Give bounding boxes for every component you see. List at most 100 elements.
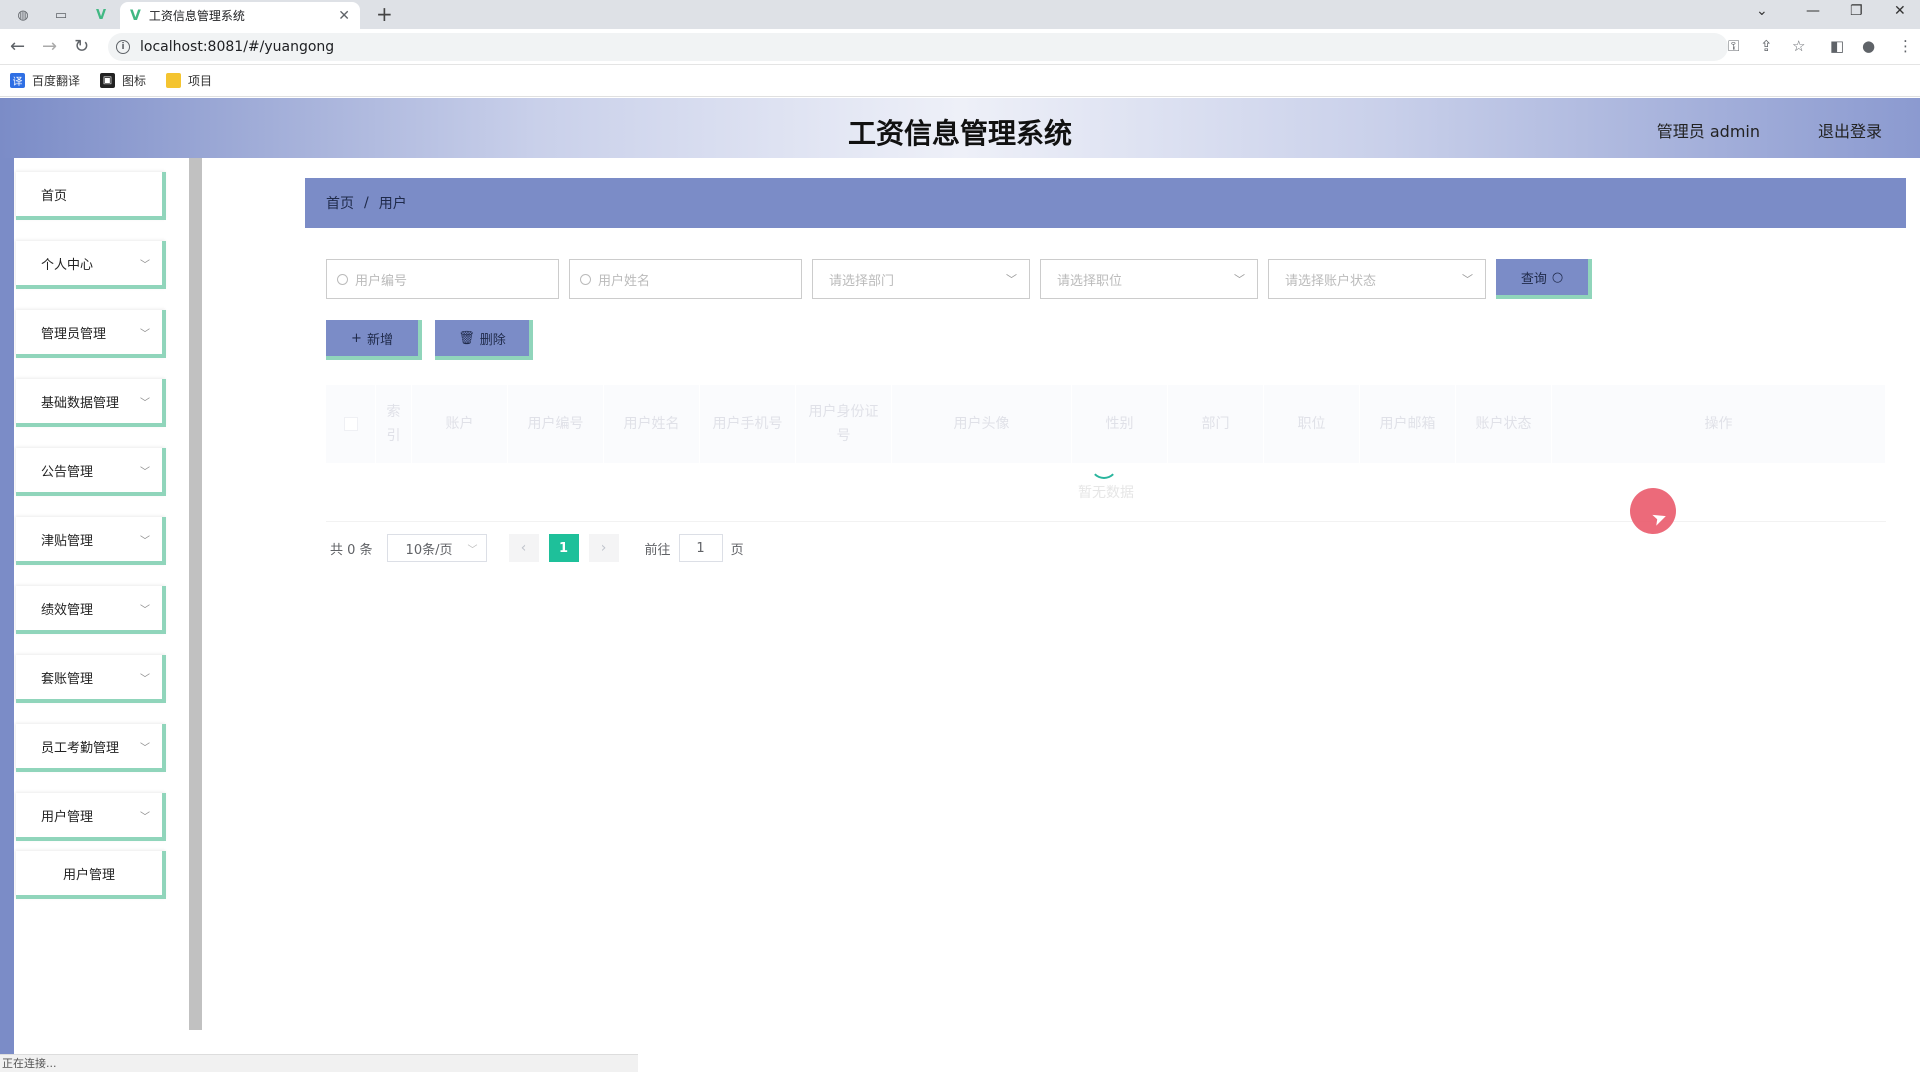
chevron-down-icon: ﹀ [140,466,150,478]
app-header: 工资信息管理系统 管理员 admin 退出登录 [0,98,1920,158]
pagination-total: 共 0 条 [330,542,373,558]
share-icon[interactable]: ⇪ [1760,37,1773,55]
column-header: 用户头像 [892,385,1072,463]
sidebar-item-allowance[interactable]: 津贴管理 ﹀ [16,517,166,565]
sidebar-item-users[interactable]: 用户管理 ﹀ [16,793,166,841]
reload-icon[interactable]: ↻ [74,36,89,57]
chevron-down-icon: ﹀ [140,604,150,616]
sidebar-item-notice[interactable]: 公告管理 ﹀ [16,448,166,496]
sidebar-item-base-data[interactable]: 基础数据管理 ﹀ [16,379,166,427]
sidebar-item-attendance[interactable]: 员工考勤管理 ﹀ [16,724,166,772]
chevron-down-icon: ﹀ [140,811,150,823]
star-icon[interactable]: ☆ [1792,37,1805,55]
back-icon[interactable]: ← [10,36,25,57]
chevron-down-icon: ﹀ [1234,273,1245,286]
profile-icon[interactable]: ● [1862,37,1875,55]
column-header: 用户姓名 [604,385,700,463]
search-icon: ○ [1551,269,1564,285]
chevron-down-icon: ﹀ [1006,273,1017,286]
goto-suffix: 页 [730,542,744,558]
account-status-select[interactable]: 请选择账户状态 ﹀ [1268,259,1486,299]
prev-page-button[interactable]: ‹ [508,534,539,562]
breadcrumb-home[interactable]: 首页 [326,193,354,213]
loading-spinner-icon [1090,451,1118,479]
globe-icon[interactable]: ◍ [12,4,34,26]
vue-logo-icon: V [130,7,141,24]
page-number-current[interactable]: 1 [548,534,579,562]
key-icon[interactable]: ⚿ [1728,37,1739,55]
column-header: 部门 [1168,385,1264,463]
user-name-input[interactable]: 用户姓名 [569,259,802,299]
sidebar-scrollbar[interactable] [189,158,202,1030]
sidebar-item-account-set[interactable]: 套账管理 ﹀ [16,655,166,703]
trash-icon: 🗑 [458,330,475,346]
translate-icon: 译 [10,73,25,88]
app-title: 工资信息管理系统 [847,117,1072,150]
column-header: 用户编号 [508,385,604,463]
bookmark-project[interactable]: 项目 [166,72,212,89]
image-icon: ▣ [100,73,116,88]
chevron-down-icon: ﹀ [140,328,150,340]
plus-icon: + [351,330,362,346]
position-select[interactable]: 请选择职位 ﹀ [1040,259,1258,299]
query-button[interactable]: 查询 ○ [1496,259,1592,299]
bookmark-icons[interactable]: ▣ 图标 [100,72,146,89]
sidepanel-icon[interactable]: ◧ [1830,37,1844,55]
sidebar-item-home[interactable]: 首页 [16,172,166,220]
column-header: 用户身份证号 [796,385,892,463]
goto-prefix: 前往 [644,542,671,558]
sidebar-item-performance[interactable]: 绩效管理 ﹀ [16,586,166,634]
add-button[interactable]: + 新增 [326,320,422,360]
close-tab-icon[interactable]: ✕ [338,8,350,24]
address-bar: ← → ↻ i localhost:8081/#/yuangong ⚿ ⇪ ☆ … [0,29,1920,65]
column-header: 账户 [412,385,508,463]
pagination: 共 0 条 10条/页 ﹀ ‹ 1 › 前往 1 页 [330,534,744,562]
sidebar-subitem-users[interactable]: 用户管理 [16,851,166,899]
page-size-select[interactable]: 10条/页 ﹀ [386,534,487,562]
chevron-down-icon: ﹀ [1462,273,1473,286]
column-header: 索引 [376,385,412,463]
breadcrumb-current: 用户 [378,196,407,212]
breadcrumb: 首页 / 用户 [305,178,1906,228]
browser-status-bar: 正在连接... [0,1054,638,1072]
vue-tab-icon[interactable]: V [90,4,112,26]
select-all-checkbox[interactable] [326,385,376,463]
blank-tab-icon[interactable]: ▭ [50,4,72,26]
active-tab[interactable]: V 工资信息管理系统 ✕ [120,2,360,29]
sidebar-item-profile[interactable]: 个人中心 ﹀ [16,241,166,289]
url-field[interactable]: i localhost:8081/#/yuangong [108,33,1728,61]
window-close-icon[interactable]: ✕ [1894,3,1906,19]
goto-page-input[interactable]: 1 [678,534,723,562]
restore-icon[interactable]: ❐ [1850,3,1863,19]
next-page-button[interactable]: › [588,534,619,562]
column-header: 用户手机号 [700,385,796,463]
tab-search-icon[interactable]: ⌄ [1756,3,1768,19]
delete-button[interactable]: 🗑 删除 [435,320,533,360]
sidebar-item-admin[interactable]: 管理员管理 ﹀ [16,310,166,358]
column-header: 职位 [1264,385,1360,463]
folder-icon [166,73,182,88]
admin-user-label: 管理员 admin [1656,122,1760,141]
breadcrumb-separator: / [364,195,369,211]
url-text: localhost:8081/#/yuangong [140,39,335,55]
column-header: 用户邮箱 [1360,385,1456,463]
logout-link[interactable]: 退出登录 [1818,118,1882,142]
forward-icon[interactable]: → [42,36,57,57]
tab-title: 工资信息管理系统 [148,9,245,23]
department-select[interactable]: 请选择部门 ﹀ [812,259,1030,299]
user-number-input[interactable]: 用户编号 [326,259,559,299]
new-tab-button[interactable]: + [376,2,393,26]
column-header: 性别 [1072,385,1168,463]
menu-icon[interactable]: ⋮ [1898,37,1913,55]
chevron-down-icon: ﹀ [140,259,150,271]
chevron-down-icon: ﹀ [140,673,150,685]
bookmark-translate[interactable]: 译 百度翻译 [10,72,80,89]
chevron-down-icon: ﹀ [140,742,150,754]
chevron-down-icon: ﹀ [467,544,478,556]
chevron-down-icon: ﹀ [140,397,150,409]
search-icon [580,273,591,285]
column-header: 账户状态 [1456,385,1552,463]
bookmarks-bar: 译 百度翻译 ▣ 图标 项目 [0,65,1920,97]
site-info-icon[interactable]: i [116,40,130,54]
minimize-icon[interactable]: — [1806,3,1820,19]
